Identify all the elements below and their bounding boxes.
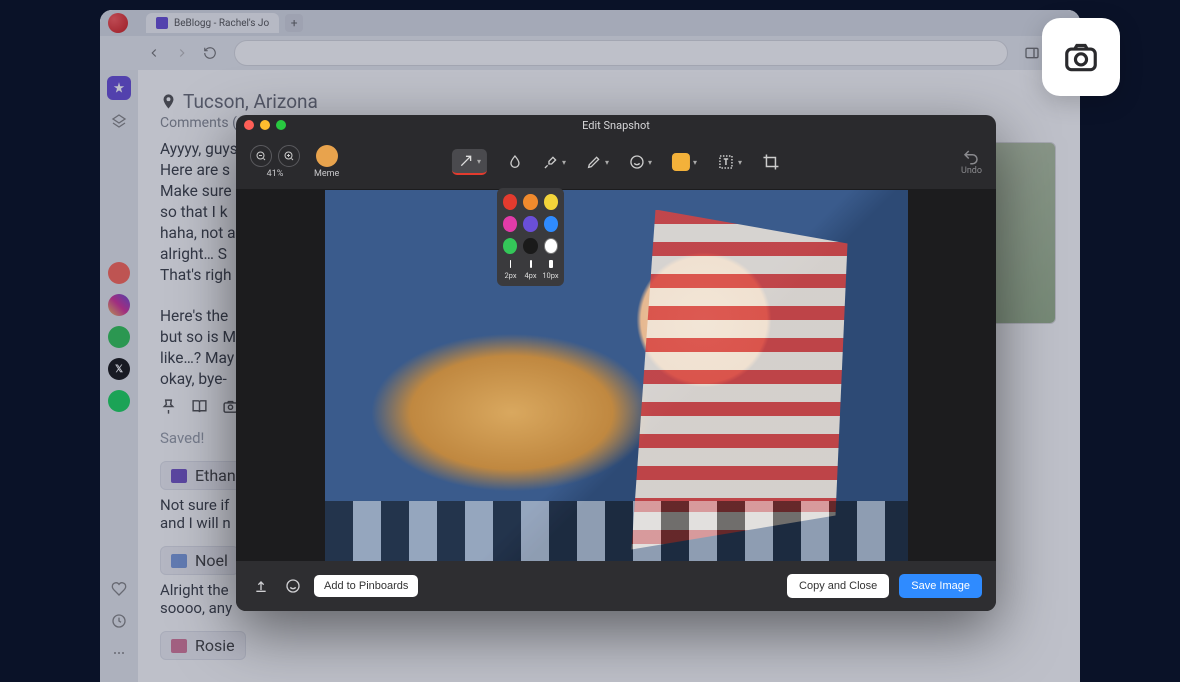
copy-and-close-button[interactable]: Copy and Close	[787, 574, 889, 598]
edit-snapshot-dialog: Edit Snapshot 41% Meme ▾	[236, 115, 996, 611]
zoom-level: 41%	[267, 169, 284, 179]
color-swatch[interactable]	[544, 238, 558, 254]
folder-icon	[171, 469, 187, 483]
emoji-picker-button[interactable]	[282, 575, 304, 597]
camera-icon	[1062, 38, 1100, 76]
stroke-option[interactable]: 10px	[544, 260, 558, 280]
browser-titlebar: BeBlogg - Rachel's Jo +	[100, 10, 1080, 36]
droplet-icon	[507, 154, 523, 170]
tab-favicon-icon	[156, 17, 168, 29]
chevron-down-icon: ▾	[605, 158, 609, 167]
snapshot-toolbar: 41% Meme ▾ ▾ ▾ ▾	[236, 135, 996, 189]
smiley-icon	[629, 154, 645, 170]
color-swatch[interactable]	[523, 238, 537, 254]
user-name: Noel	[195, 551, 228, 570]
blur-tool-button[interactable]	[507, 154, 523, 170]
stroke-option[interactable]: 4px	[524, 260, 538, 280]
dialog-titlebar: Edit Snapshot	[236, 115, 996, 135]
browser-sidebar: 𝕏	[100, 70, 138, 682]
save-image-button[interactable]: Save Image	[899, 574, 982, 598]
add-to-pinboards-button[interactable]: Add to Pinboards	[314, 575, 418, 597]
sidebar-panel-icon[interactable]	[1020, 41, 1044, 65]
location-text: Tucson, Arizona	[183, 90, 318, 113]
pen-tool-button[interactable]: ▾	[586, 154, 609, 170]
sidebar-heart-icon[interactable]	[108, 578, 130, 600]
undo-button[interactable]: Undo	[961, 148, 982, 176]
sidebar-grid-icon[interactable]	[108, 110, 130, 132]
chevron-down-icon: ▾	[693, 158, 697, 167]
snapshot-launcher-button[interactable]	[1042, 18, 1120, 96]
folder-icon	[171, 639, 187, 653]
emoji-icon	[672, 153, 690, 171]
sidebar-app-1-icon[interactable]	[108, 262, 130, 284]
chevron-down-icon: ▾	[648, 158, 652, 167]
sidebar-more-icon[interactable]	[108, 642, 130, 664]
undo-icon	[962, 148, 980, 166]
chevron-down-icon: ▾	[738, 158, 742, 167]
color-swatch[interactable]	[544, 216, 558, 232]
crop-tool-button[interactable]	[762, 153, 780, 171]
pencil-icon	[586, 154, 602, 170]
stroke-option[interactable]: 2px	[504, 260, 518, 280]
color-swatch[interactable]	[523, 216, 537, 232]
user-chip[interactable]: Ethan	[160, 461, 247, 490]
chevron-down-icon: ▾	[562, 158, 566, 167]
color-swatch[interactable]	[523, 194, 537, 210]
color-swatch[interactable]	[503, 216, 517, 232]
zoom-group: 41%	[250, 145, 300, 179]
text-icon	[717, 153, 735, 171]
nav-forward-button[interactable]	[170, 41, 194, 65]
pin-icon[interactable]	[160, 398, 177, 415]
sticker-tool-button[interactable]: ▾	[629, 154, 652, 170]
share-button[interactable]	[250, 575, 272, 597]
color-swatch[interactable]	[544, 194, 558, 210]
emoji-tool-button[interactable]: ▾	[672, 153, 697, 171]
user-chip[interactable]: Rosie	[160, 631, 246, 660]
meme-tool[interactable]: Meme	[314, 145, 339, 179]
arrow-icon	[458, 153, 474, 169]
nav-back-button[interactable]	[142, 41, 166, 65]
snapshot-footer: Add to Pinboards Copy and Close Save Ima…	[236, 561, 996, 611]
sidebar-aria-icon[interactable]	[107, 76, 131, 100]
new-tab-button[interactable]: +	[285, 14, 303, 32]
sidebar-x-icon[interactable]: 𝕏	[108, 358, 130, 380]
crop-icon	[762, 153, 780, 171]
browser-tab[interactable]: BeBlogg - Rachel's Jo	[146, 13, 279, 33]
address-bar[interactable]	[234, 40, 1008, 66]
highlighter-icon	[543, 154, 559, 170]
reload-button[interactable]	[198, 41, 222, 65]
arrow-tool-button[interactable]: ▾	[452, 149, 487, 175]
text-tool-button[interactable]: ▾	[717, 153, 742, 171]
snapshot-canvas[interactable]	[236, 189, 996, 561]
sidebar-instagram-icon[interactable]	[108, 294, 130, 316]
zoom-out-button[interactable]	[250, 145, 272, 167]
location-pin-icon	[160, 93, 177, 110]
user-name: Rosie	[195, 636, 235, 655]
snapshot-image	[325, 190, 908, 561]
chevron-down-icon: ▾	[477, 157, 481, 166]
book-icon[interactable]	[191, 398, 208, 415]
dialog-title: Edit Snapshot	[236, 119, 996, 132]
location-line: Tucson, Arizona	[160, 90, 1058, 113]
color-swatch[interactable]	[503, 238, 517, 254]
user-name: Ethan	[195, 466, 236, 485]
folder-icon	[171, 554, 187, 568]
color-picker-popover: 2px 4px 10px	[497, 188, 564, 286]
opera-logo-icon	[108, 13, 128, 33]
meme-icon	[316, 145, 338, 167]
zoom-in-button[interactable]	[278, 145, 300, 167]
color-swatch[interactable]	[503, 194, 517, 210]
browser-toolbar	[100, 36, 1080, 70]
tab-title: BeBlogg - Rachel's Jo	[174, 18, 269, 29]
sidebar-spotify-icon[interactable]	[108, 390, 130, 412]
sidebar-whatsapp-icon[interactable]	[108, 326, 130, 348]
annotation-tools: ▾ ▾ ▾ ▾ ▾ ▾	[452, 149, 780, 175]
highlighter-tool-button[interactable]: ▾	[543, 154, 566, 170]
user-chip[interactable]: Noel	[160, 546, 239, 575]
sidebar-history-icon[interactable]	[108, 610, 130, 632]
